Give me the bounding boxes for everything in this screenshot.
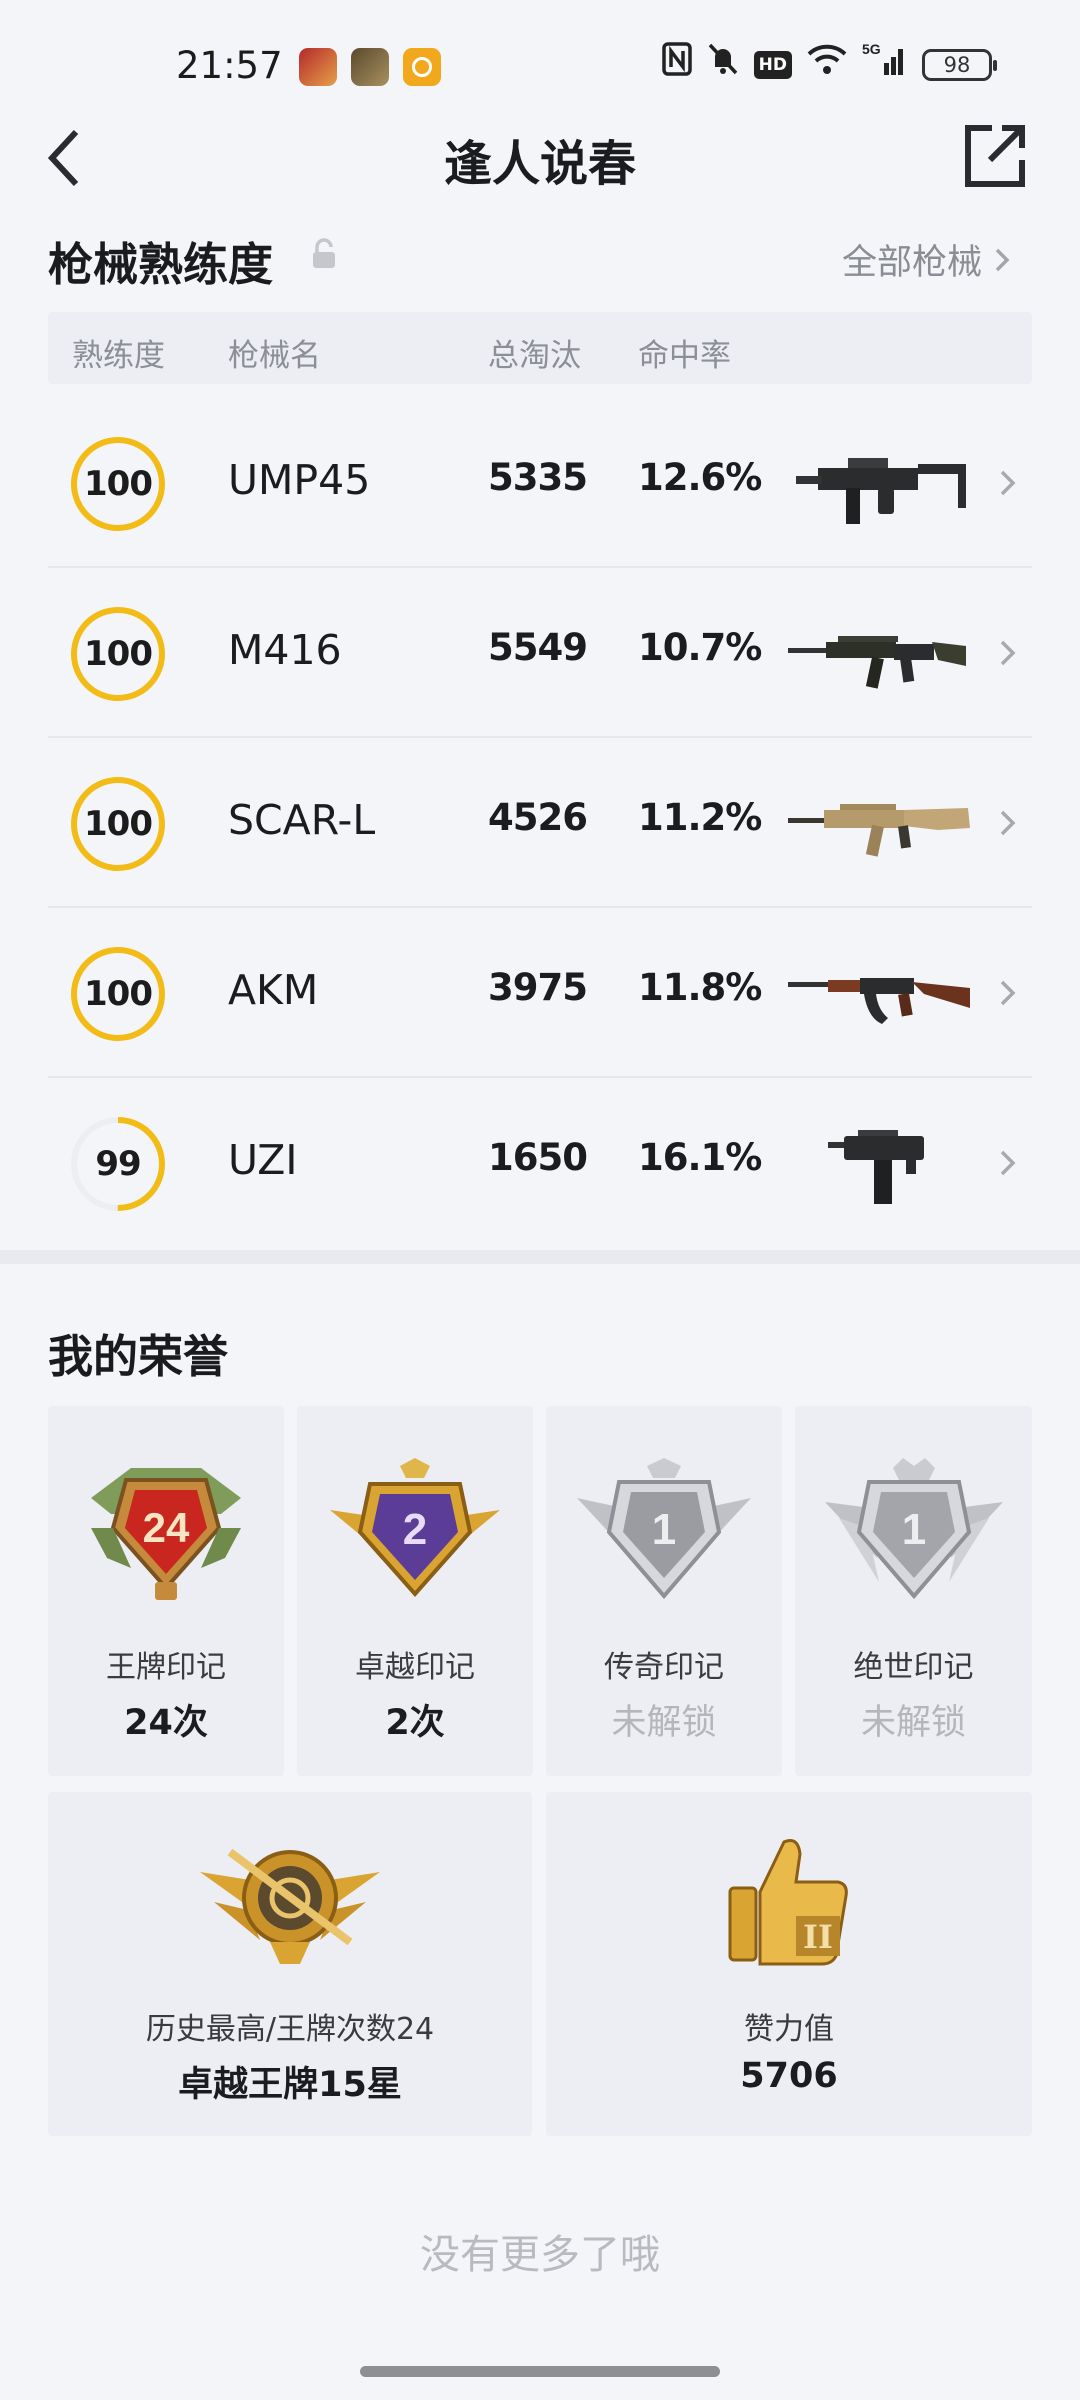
weapon-name: SCAR-L bbox=[228, 796, 376, 844]
camera-app-notification-icon bbox=[403, 48, 441, 86]
total-kills: 3975 bbox=[488, 966, 588, 1009]
ace-badge-number: 24 bbox=[143, 1504, 190, 1551]
hit-rate: 11.2% bbox=[638, 796, 762, 839]
thumbs-up-icon: II bbox=[728, 1839, 848, 1966]
weapon-row-scar-l[interactable]: 100 SCAR-L 4526 11.2% bbox=[48, 738, 1032, 908]
legend-badge-icon: 1 bbox=[577, 1458, 751, 1600]
weapon-table-header: 熟练度 枪械名 总淘汰 命中率 bbox=[48, 312, 1032, 384]
chevron-right-icon bbox=[995, 248, 1010, 271]
likes-label: 赞力值 bbox=[744, 2012, 834, 2047]
chevron-right-icon bbox=[1000, 980, 1016, 1006]
battery-icon: 98 bbox=[922, 49, 997, 81]
peerless-badge-card[interactable]: 1 绝世印记 未解锁 bbox=[795, 1406, 1032, 1776]
ace-badge-icon: 24 bbox=[91, 1468, 241, 1600]
likes-card[interactable]: II 赞力值 5706 bbox=[546, 1792, 1032, 2136]
weapon-row-uzi[interactable]: 99 UZI 1650 16.1% bbox=[48, 1078, 1032, 1248]
mastery-value: 100 bbox=[84, 974, 153, 1014]
badge-locked-status: 未解锁 bbox=[611, 1703, 717, 1743]
total-kills: 5549 bbox=[488, 626, 588, 669]
weapon-name: M416 bbox=[228, 626, 342, 674]
status-time: 21:57 bbox=[176, 44, 283, 87]
system-icons: HD 5G 98 bbox=[661, 41, 997, 89]
badge-count: 24次 bbox=[124, 1703, 208, 1743]
pubg-app-notification-icon bbox=[351, 48, 389, 86]
home-indicator[interactable] bbox=[360, 2366, 720, 2377]
badge-label: 卓越印记 bbox=[355, 1650, 475, 1685]
excellence-badge-icon: 2 bbox=[330, 1458, 500, 1598]
hit-rate: 16.1% bbox=[638, 1136, 762, 1179]
end-of-list-text: 没有更多了哦 bbox=[420, 2232, 660, 2278]
hit-rate: 12.6% bbox=[638, 456, 762, 499]
ace-badge-card[interactable]: 24 王牌印记 24次 bbox=[48, 1406, 284, 1776]
badge-count: 2次 bbox=[385, 1703, 445, 1743]
svg-text:II: II bbox=[803, 1918, 833, 1956]
chevron-right-icon bbox=[1000, 810, 1016, 836]
uzi-gun-icon bbox=[828, 1130, 924, 1204]
section-divider bbox=[0, 1250, 1080, 1264]
nfc-icon bbox=[661, 42, 692, 88]
ace-rank-emblem-icon bbox=[200, 1848, 380, 1964]
ump45-gun-icon bbox=[796, 458, 966, 524]
chevron-right-icon bbox=[1000, 1150, 1016, 1176]
weapon-mastery-title: 枪械熟练度 bbox=[48, 238, 274, 291]
mastery-value: 100 bbox=[84, 804, 153, 844]
chevron-right-icon bbox=[1000, 470, 1016, 496]
badge-label: 绝世印记 bbox=[853, 1650, 974, 1685]
column-total-kills: 总淘汰 bbox=[488, 338, 581, 374]
all-weapons-label: 全部枪械 bbox=[841, 243, 982, 283]
likes-value: 5706 bbox=[740, 2056, 838, 2096]
status-bar: 21:57 HD 5G 98 bbox=[0, 0, 1080, 110]
history-best-value: 卓越王牌15星 bbox=[178, 2065, 402, 2105]
weapon-row-ump45[interactable]: 100 UMP45 5335 12.6% bbox=[48, 398, 1032, 568]
column-accuracy: 命中率 bbox=[638, 338, 731, 374]
share-external-icon bbox=[965, 125, 1025, 187]
history-best-card[interactable]: 历史最高/王牌次数24 卓越王牌15星 bbox=[48, 1792, 532, 2136]
legend-badge-number: 1 bbox=[652, 1505, 676, 1554]
weapon-name: UMP45 bbox=[228, 456, 371, 504]
column-mastery: 熟练度 bbox=[72, 338, 165, 374]
weapon-name: AKM bbox=[228, 966, 319, 1014]
history-best-label: 历史最高/王牌次数24 bbox=[145, 2012, 435, 2047]
peerless-badge-number: 1 bbox=[901, 1505, 925, 1554]
hit-rate: 11.8% bbox=[638, 966, 762, 1009]
weapon-row-m416[interactable]: 100 M416 5549 10.7% bbox=[48, 568, 1032, 738]
wifi-icon bbox=[806, 42, 848, 88]
hd-icon: HD bbox=[753, 51, 792, 79]
badge-label: 传奇印记 bbox=[604, 1650, 724, 1685]
legend-badge-card[interactable]: 1 传奇印记 未解锁 bbox=[546, 1406, 782, 1776]
m416-gun-icon bbox=[788, 636, 966, 689]
excellence-badge-card[interactable]: 2 卓越印记 2次 bbox=[297, 1406, 533, 1776]
page-title: 逢人说春 bbox=[443, 136, 636, 192]
mastery-value: 99 bbox=[95, 1144, 141, 1184]
hit-rate: 10.7% bbox=[638, 626, 762, 669]
all-weapons-link[interactable]: 全部枪械 bbox=[842, 234, 1012, 285]
game-app-notification-icon bbox=[299, 48, 337, 86]
excellence-badge-number: 2 bbox=[403, 1505, 427, 1554]
badge-locked-status: 未解锁 bbox=[860, 1703, 966, 1743]
chevron-right-icon bbox=[1000, 640, 1016, 666]
total-kills: 5335 bbox=[488, 456, 588, 499]
peerless-badge-icon: 1 bbox=[824, 1458, 1003, 1600]
column-weapon-name: 枪械名 bbox=[228, 338, 321, 374]
network-type-text: 5G bbox=[862, 41, 881, 57]
akm-gun-icon bbox=[788, 978, 970, 1024]
mastery-value: 100 bbox=[84, 464, 153, 504]
weapon-row-akm[interactable]: 100 AKM 3975 11.8% bbox=[48, 908, 1032, 1078]
total-kills: 1650 bbox=[488, 1136, 588, 1179]
lock-icon bbox=[313, 238, 335, 268]
total-kills: 4526 bbox=[488, 796, 588, 839]
honors-title: 我的荣誉 bbox=[48, 1330, 229, 1383]
share-button[interactable] bbox=[960, 118, 1030, 194]
mute-bell-icon bbox=[706, 41, 740, 89]
weapon-name: UZI bbox=[228, 1136, 298, 1184]
cellular-signal-icon: 5G bbox=[862, 41, 908, 89]
scar-l-gun-icon bbox=[788, 804, 970, 857]
mastery-value: 100 bbox=[84, 634, 153, 674]
badge-label: 王牌印记 bbox=[106, 1650, 226, 1685]
page: 21:57 HD 5G 98 逢人说春 枪械熟练度 全部枪械 熟练度 枪械名 总… bbox=[0, 0, 1080, 2400]
